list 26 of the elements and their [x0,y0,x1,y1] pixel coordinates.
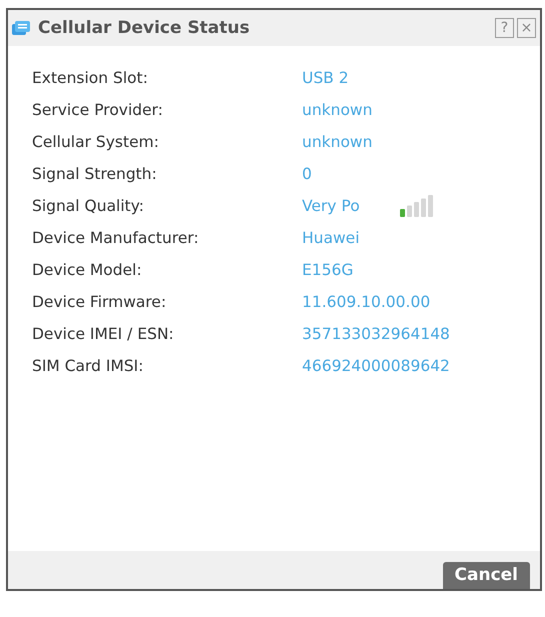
field-value: 466924000089642 [302,357,450,375]
field-label: Device Model: [32,261,143,279]
field-value: unknown [302,133,372,151]
window-title: Cellular Device Status [38,18,251,38]
field-value: unknown [302,101,372,119]
field-value: 0 [302,165,312,183]
close-button[interactable]: × [517,18,536,38]
help-button[interactable]: ? [495,18,514,38]
field-label: Device Firmware: [32,293,168,311]
field-value: Huawei [302,229,360,247]
field-label: Device IMEI / ESN: [32,325,175,343]
field-label: Signal Strength: [32,165,158,183]
window-icon [12,20,30,36]
field-value: USB 2 [302,69,349,87]
field-label: Service Provider: [32,101,164,119]
field-value: Very Po [302,197,361,215]
field-value: 357133032964148 [302,325,450,343]
signal-bars-icon [400,195,434,217]
field-label: Extension Slot: [32,69,149,87]
cancel-button[interactable]: Cancel [442,562,530,589]
field-value: E156G [302,261,354,279]
field-label: Signal Quality: [32,197,146,215]
field-label: Cellular System: [32,133,160,151]
field-label: SIM Card IMSI: [32,357,144,375]
field-value: 11.609.10.00.00 [302,293,430,311]
field-label: Device Manufacturer: [32,229,200,247]
